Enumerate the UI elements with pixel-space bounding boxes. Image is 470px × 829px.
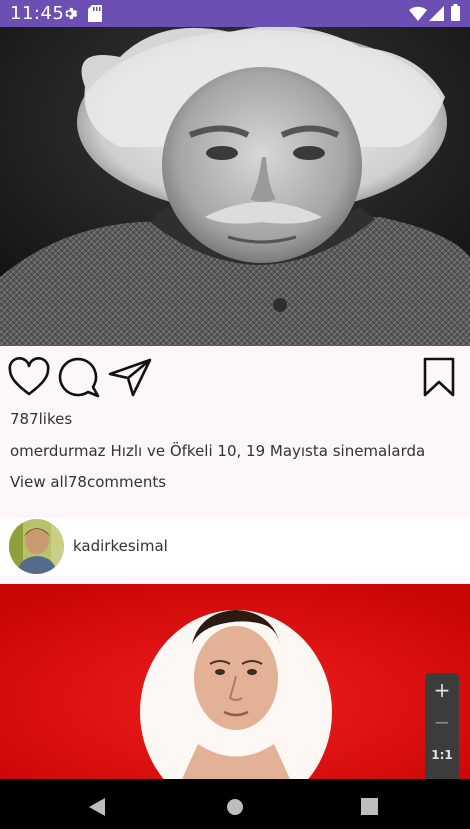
status-bar: 11:45 xyxy=(0,0,470,27)
sd-card-icon xyxy=(88,5,102,26)
heart-icon[interactable] xyxy=(8,357,50,399)
post-author-name[interactable]: kadirkesimal xyxy=(73,537,168,555)
post-caption: omerdurmaz Hızlı ve Öfkeli 10, 19 Mayısta… xyxy=(10,442,425,460)
navigation-bar xyxy=(0,779,470,829)
post-actions xyxy=(0,357,470,399)
signal-icon xyxy=(429,6,444,25)
zoom-out-button[interactable]: − xyxy=(425,710,459,734)
post-image-2[interactable] xyxy=(0,584,470,779)
post-header[interactable]: kadirkesimal xyxy=(0,518,470,576)
avatar[interactable] xyxy=(9,519,64,574)
comments-prefix: View all xyxy=(10,473,68,491)
recents-icon[interactable] xyxy=(361,798,378,819)
zoom-ratio-button[interactable]: 1:1 xyxy=(425,748,459,762)
post-image[interactable] xyxy=(0,27,470,346)
comment-icon[interactable] xyxy=(58,357,100,399)
status-time: 11:45 xyxy=(10,3,65,24)
battery-icon xyxy=(451,4,460,25)
comments-count: 78 xyxy=(67,473,87,491)
home-icon[interactable] xyxy=(226,798,244,820)
bookmark-icon[interactable] xyxy=(420,357,462,399)
share-icon[interactable] xyxy=(108,357,152,399)
feed[interactable]: 787likes omerdurmaz Hızlı ve Öfkeli 10, 1… xyxy=(0,27,470,779)
zoom-in-button[interactable]: + xyxy=(425,678,459,702)
comments-suffix: comments xyxy=(86,473,167,491)
view-comments-link[interactable]: View all78comments xyxy=(10,473,166,491)
likes-count: 787likes xyxy=(10,410,73,428)
gear-icon xyxy=(61,5,78,26)
caption-text: Hızlı ve Öfkeli 10, 19 Mayısta sinemalar… xyxy=(110,442,426,460)
caption-username[interactable]: omerdurmaz xyxy=(10,442,106,460)
back-icon[interactable] xyxy=(88,797,106,821)
wifi-icon xyxy=(409,6,427,25)
